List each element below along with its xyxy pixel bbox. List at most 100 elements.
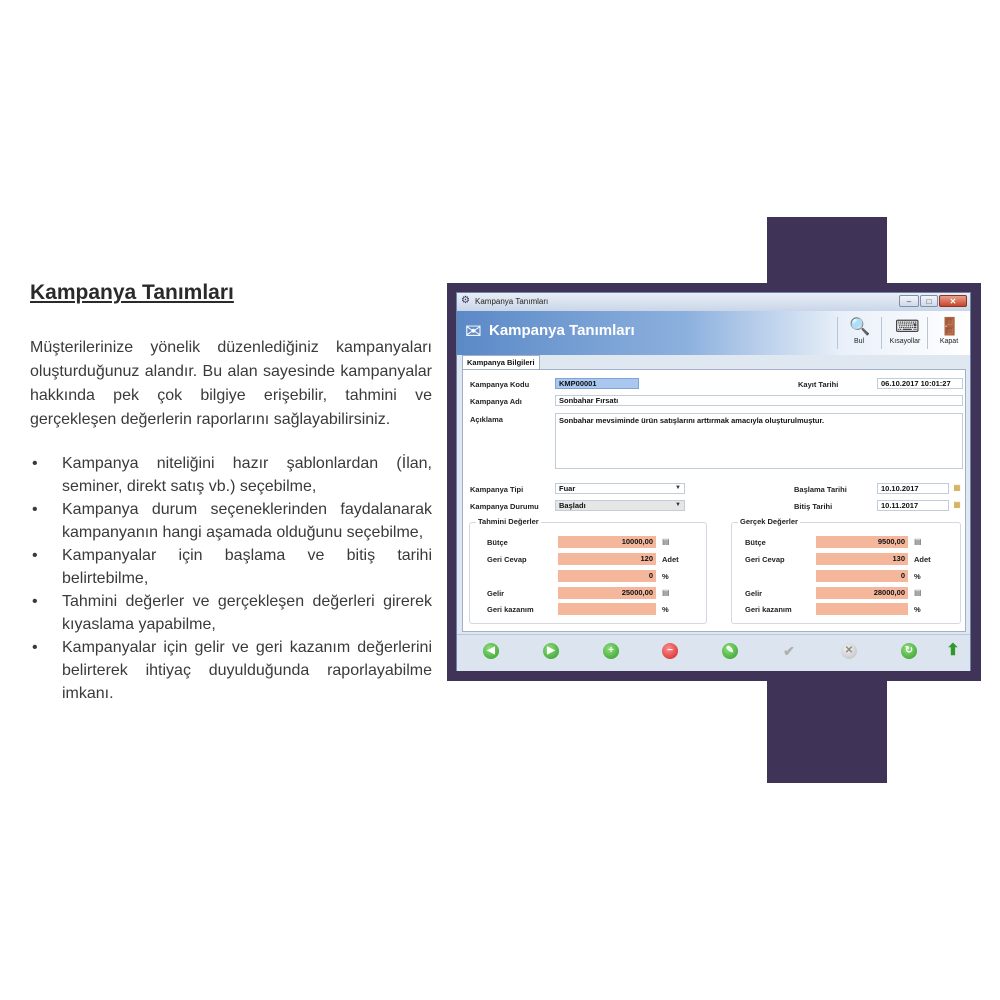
delete-record-button[interactable]: − bbox=[662, 643, 678, 659]
toolbar-divider bbox=[927, 317, 928, 349]
act-budget-label: Bütçe bbox=[745, 538, 766, 547]
est-recovery-unit: % bbox=[662, 605, 669, 614]
checkmark-icon: ✔ bbox=[783, 643, 795, 659]
minus-icon: − bbox=[667, 645, 673, 656]
act-recovery-label: Geri kazanım bbox=[745, 605, 792, 614]
campaign-type-label: Kampanya Tipi bbox=[470, 485, 524, 494]
campaign-form: Kampanya Kodu KMP00001 Kayıt Tarihi 06.1… bbox=[462, 369, 966, 632]
description-label: Açıklama bbox=[470, 415, 503, 424]
window-titlebar[interactable]: ⚙ Kampanya Tanımları – □ ✕ bbox=[457, 293, 970, 312]
est-percent-unit: % bbox=[662, 572, 669, 581]
est-budget-field[interactable]: 10000,00 bbox=[558, 536, 656, 548]
edit-record-button[interactable]: ✎ bbox=[722, 643, 738, 659]
save-record-button[interactable]: ✔ bbox=[781, 643, 797, 659]
list-item: • Kampanyalar için başlama ve bitiş tarih… bbox=[30, 544, 432, 590]
bullet-dot: • bbox=[32, 547, 38, 564]
calculator-icon[interactable]: ▤ bbox=[914, 537, 922, 546]
record-date-label: Kayıt Tarihi bbox=[798, 380, 839, 389]
est-income-field[interactable]: 25000,00 bbox=[558, 587, 656, 599]
magnifier-icon: 🔍 bbox=[849, 317, 871, 336]
feature-list: • Kampanya niteliğini hazır şablonlardan … bbox=[30, 452, 432, 705]
record-date-field[interactable]: 06.10.2017 10:01:27 bbox=[877, 378, 963, 389]
description-textarea[interactable]: Sonbahar mevsiminde ürün satışlarını art… bbox=[555, 413, 963, 469]
close-form-button[interactable]: 🚪 Kapat bbox=[931, 313, 967, 353]
campaign-code-field[interactable]: KMP00001 bbox=[555, 378, 639, 389]
campaign-status-label: Kampanya Durumu bbox=[470, 502, 539, 511]
est-recovery-label: Geri kazanım bbox=[487, 605, 534, 614]
exit-up-button[interactable]: ⬆ bbox=[945, 643, 961, 659]
act-response-field[interactable]: 130 bbox=[816, 553, 908, 565]
keyboard-icon: ⌨ bbox=[895, 317, 920, 336]
list-item-text: Kampanya durum seçeneklerinden faydalana… bbox=[62, 501, 432, 541]
previous-record-button[interactable]: ◀ bbox=[483, 643, 499, 659]
form-header: ✉ Kampanya Tanımları 🔍 Bul ⌨ Kısayollar … bbox=[457, 311, 970, 355]
arrow-right-icon: ▶ bbox=[547, 645, 555, 656]
estimated-values-group: Tahmini Değerler Bütçe 10000,00 ▤ Geri C… bbox=[469, 517, 707, 624]
chevron-down-icon: ▼ bbox=[675, 485, 681, 491]
act-recovery-field[interactable] bbox=[816, 603, 908, 615]
minimize-button[interactable]: – bbox=[899, 295, 919, 307]
est-response-field[interactable]: 120 bbox=[558, 553, 656, 565]
list-item: • Kampanyalar için gelir ve geri kazanım … bbox=[30, 636, 432, 705]
est-response-unit: Adet bbox=[662, 555, 679, 564]
act-response-unit: Adet bbox=[914, 555, 931, 564]
start-date-label: Başlama Tarihi bbox=[794, 485, 847, 494]
refresh-icon: ↻ bbox=[904, 645, 914, 656]
estimated-values-title: Tahmini Değerler bbox=[476, 517, 541, 526]
bullet-dot: • bbox=[32, 593, 38, 610]
calendar-icon[interactable]: ▦ bbox=[952, 500, 962, 510]
chevron-down-icon: ▼ bbox=[675, 502, 681, 508]
find-button[interactable]: 🔍 Bul bbox=[841, 313, 877, 353]
window-title: Kampanya Tanımları bbox=[475, 297, 549, 306]
est-percent-field[interactable]: 0 bbox=[558, 570, 656, 582]
tab-campaign-info[interactable]: Kampanya Bilgileri bbox=[462, 355, 540, 369]
act-budget-field[interactable]: 9500,00 bbox=[816, 536, 908, 548]
intro-paragraph: Müşterilerinize yönelik düzenlediğiniz k… bbox=[30, 339, 432, 428]
campaign-status-select[interactable]: Başladı ▼ bbox=[555, 500, 685, 511]
plus-icon: + bbox=[608, 645, 614, 656]
app-icon: ⚙ bbox=[461, 295, 470, 306]
actual-values-group: Gerçek Değerler Bütçe 9500,00 ▤ Geri Cev… bbox=[731, 517, 961, 624]
pencil-icon: ✎ bbox=[725, 645, 735, 656]
act-response-label: Geri Cevap bbox=[745, 555, 785, 564]
act-income-field[interactable]: 28000,00 bbox=[816, 587, 908, 599]
campaign-icon: ✉ bbox=[465, 321, 482, 343]
calculator-icon[interactable]: ▤ bbox=[662, 588, 670, 597]
campaign-name-label: Kampanya Adı bbox=[470, 397, 522, 406]
refresh-button[interactable]: ↻ bbox=[901, 643, 917, 659]
est-recovery-field[interactable] bbox=[558, 603, 656, 615]
campaign-type-select[interactable]: Fuar ▼ bbox=[555, 483, 685, 494]
toolbar-divider bbox=[837, 317, 838, 349]
bullet-dot: • bbox=[32, 501, 38, 518]
cancel-x-icon: ✕ bbox=[844, 645, 854, 656]
shortcuts-label: Kısayollar bbox=[889, 338, 921, 345]
list-item: • Tahmini değerler ve gerçekleşen değerle… bbox=[30, 590, 432, 636]
maximize-button[interactable]: □ bbox=[920, 295, 938, 307]
bullet-dot: • bbox=[32, 639, 38, 656]
campaign-name-field[interactable]: Sonbahar Fırsatı bbox=[555, 395, 963, 406]
shortcuts-button[interactable]: ⌨ Kısayollar bbox=[885, 313, 925, 353]
act-recovery-unit: % bbox=[914, 605, 921, 614]
cancel-button[interactable]: ✕ bbox=[841, 643, 857, 659]
end-date-field[interactable]: 10.11.2017 bbox=[877, 500, 949, 511]
est-budget-label: Bütçe bbox=[487, 538, 508, 547]
form-title: Kampanya Tanımları bbox=[489, 322, 635, 339]
page-heading: Kampanya Tanımları bbox=[30, 281, 234, 304]
find-label: Bul bbox=[853, 338, 865, 345]
next-record-button[interactable]: ▶ bbox=[543, 643, 559, 659]
close-window-button[interactable]: ✕ bbox=[939, 295, 967, 307]
add-record-button[interactable]: + bbox=[603, 643, 619, 659]
act-percent-field[interactable]: 0 bbox=[816, 570, 908, 582]
arrow-left-icon: ◀ bbox=[487, 645, 495, 656]
campaign-code-label: Kampanya Kodu bbox=[470, 380, 530, 389]
act-percent-unit: % bbox=[914, 572, 921, 581]
calendar-icon[interactable]: ▦ bbox=[952, 483, 962, 493]
calculator-icon[interactable]: ▤ bbox=[914, 588, 922, 597]
list-item: • Kampanya durum seçeneklerinden faydalan… bbox=[30, 498, 432, 544]
end-date-label: Bitiş Tarihi bbox=[794, 502, 833, 511]
record-navigation-bar: ◀ ▶ + − ✎ ✔ ✕ ↻ ⬆ bbox=[457, 634, 970, 671]
exit-door-icon: 🚪 bbox=[939, 317, 961, 336]
start-date-field[interactable]: 10.10.2017 bbox=[877, 483, 949, 494]
calculator-icon[interactable]: ▤ bbox=[662, 537, 670, 546]
campaign-status-value: Başladı bbox=[559, 501, 586, 510]
